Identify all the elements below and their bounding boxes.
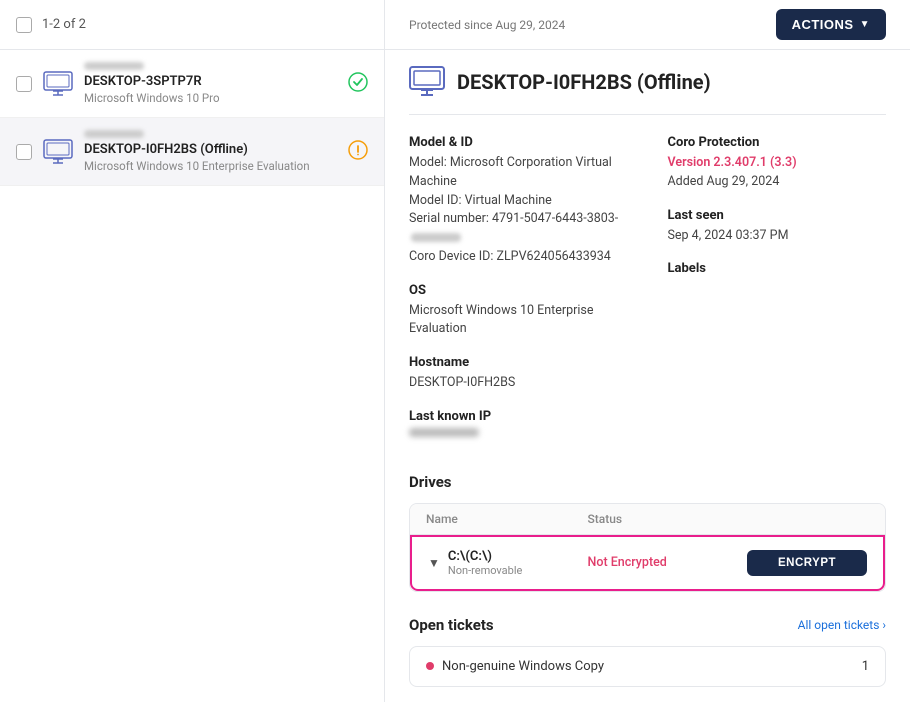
drives-table-header: Name Status [410,504,885,535]
actions-label: ACTIONS [792,17,854,32]
drives-table: Name Status ▼ C:\(C:\) Non-removable Not… [409,503,886,592]
device-computer-icon [42,138,74,166]
last-seen-label: Last seen [668,208,887,223]
drive-expand-icon[interactable]: ▼ [428,556,440,570]
hostname-section: Hostname DESKTOP-I0FH2BS [409,355,628,393]
labels-section: Labels [668,261,887,276]
device-name: DESKTOP-I0FH2BS (Offline) [84,142,368,157]
tickets-table: Non-genuine Windows Copy 1 [409,646,886,687]
added-value: Added Aug 29, 2024 [668,173,887,192]
ticket-label: Non-genuine Windows Copy [442,659,604,674]
device-title-row: DESKTOP-I0FH2BS (Offline) [409,66,886,115]
coro-protection-section: Coro Protection Version 2.3.407.1 (3.3) … [668,135,887,192]
open-tickets-title: Open tickets [409,616,494,634]
serial-value: Serial number: 4791-5047-6443-3803- [409,210,628,248]
detail-header: Protected since Aug 29, 2024 ACTIONS ▼ [385,0,910,50]
device-os: Microsoft Windows 10 Enterprise Evaluati… [84,159,368,173]
version-value: Version 2.3.407.1 (3.3) [668,154,887,173]
hostname-value: DESKTOP-I0FH2BS [409,374,628,393]
ticket-row: Non-genuine Windows Copy 1 [410,647,885,686]
left-details-col: Model & ID Model: Microsoft Corporation … [409,135,628,453]
chevron-down-icon: ▼ [860,19,870,30]
select-all-checkbox[interactable] [16,17,32,33]
details-grid: Model & ID Model: Microsoft Corporation … [409,135,886,453]
labels-label: Labels [668,261,887,276]
last-ip-section: Last known IP [409,409,628,437]
serial-blurred [411,233,461,242]
device-info: DESKTOP-I0FH2BS (Offline) Microsoft Wind… [84,130,368,173]
model-value: Model: Microsoft Corporation Virtual Mac… [409,154,628,192]
coro-device-id-value: Coro Device ID: ZLPV624056433934 [409,248,628,267]
drive-name-info: C:\(C:\) Non-removable [448,549,522,577]
drives-section-title: Drives [409,473,886,491]
last-ip-label: Last known IP [409,409,628,424]
list-header: 1-2 of 2 [0,0,384,50]
actions-button[interactable]: ACTIONS ▼ [776,9,886,40]
device-checkbox[interactable] [16,76,32,92]
protected-badge [348,72,368,96]
hostname-label: Hostname [409,355,628,370]
device-info: DESKTOP-3SPTP7R Microsoft Windows 10 Pro [84,62,368,105]
device-checkbox[interactable] [16,144,32,160]
device-count: 1-2 of 2 [42,17,86,32]
detail-content: DESKTOP-I0FH2BS (Offline) Model & ID Mod… [385,50,910,702]
right-details-col: Coro Protection Version 2.3.407.1 (3.3) … [668,135,887,453]
device-name: DESKTOP-3SPTP7R [84,74,368,89]
last-seen-section: Last seen Sep 4, 2024 03:37 PM [668,208,887,246]
device-name-blurred [84,130,144,138]
open-tickets-header: Open tickets All open tickets › [409,616,886,634]
device-detail-panel: Protected since Aug 29, 2024 ACTIONS ▼ D… [385,0,910,702]
model-id-section: Model & ID Model: Microsoft Corporation … [409,135,628,267]
all-tickets-link[interactable]: All open tickets › [798,618,886,632]
device-item[interactable]: DESKTOP-3SPTP7R Microsoft Windows 10 Pro [0,50,384,118]
protected-since-text: Protected since Aug 29, 2024 [409,18,565,32]
device-name-blurred [84,62,144,70]
drive-name: C:\(C:\) [448,549,522,564]
ticket-count: 1 [862,659,869,674]
os-label: OS [409,283,628,298]
device-title-icon [409,66,445,98]
drive-row: ▼ C:\(C:\) Non-removable Not Encrypted E… [410,535,885,591]
drives-col-name: Name [426,512,588,526]
drives-col-action [749,512,869,526]
device-list: DESKTOP-3SPTP7R Microsoft Windows 10 Pro [0,50,384,186]
model-id-value: Model ID: Virtual Machine [409,192,628,211]
drives-col-status: Status [588,512,750,526]
device-item[interactable]: DESKTOP-I0FH2BS (Offline) Microsoft Wind… [0,118,384,186]
ip-blurred [409,428,479,437]
encrypt-button[interactable]: ENCRYPT [747,550,867,576]
drive-status: Not Encrypted [588,555,748,570]
device-computer-icon [42,70,74,98]
last-seen-value: Sep 4, 2024 03:37 PM [668,227,887,246]
ticket-status-dot [426,662,434,670]
device-list-panel: 1-2 of 2 DESKTOP-3SPTP7R Microsoft Windo… [0,0,385,702]
os-section: OS Microsoft Windows 10 Enterprise Evalu… [409,283,628,340]
coro-protection-label: Coro Protection [668,135,887,150]
drive-type: Non-removable [448,564,522,577]
ticket-name: Non-genuine Windows Copy [426,659,604,674]
model-id-label: Model & ID [409,135,628,150]
drive-name-col: ▼ C:\(C:\) Non-removable [428,549,588,577]
os-value: Microsoft Windows 10 Enterprise Evaluati… [409,302,628,340]
device-title: DESKTOP-I0FH2BS (Offline) [457,70,711,94]
warning-badge [348,140,368,164]
device-os: Microsoft Windows 10 Pro [84,91,368,105]
